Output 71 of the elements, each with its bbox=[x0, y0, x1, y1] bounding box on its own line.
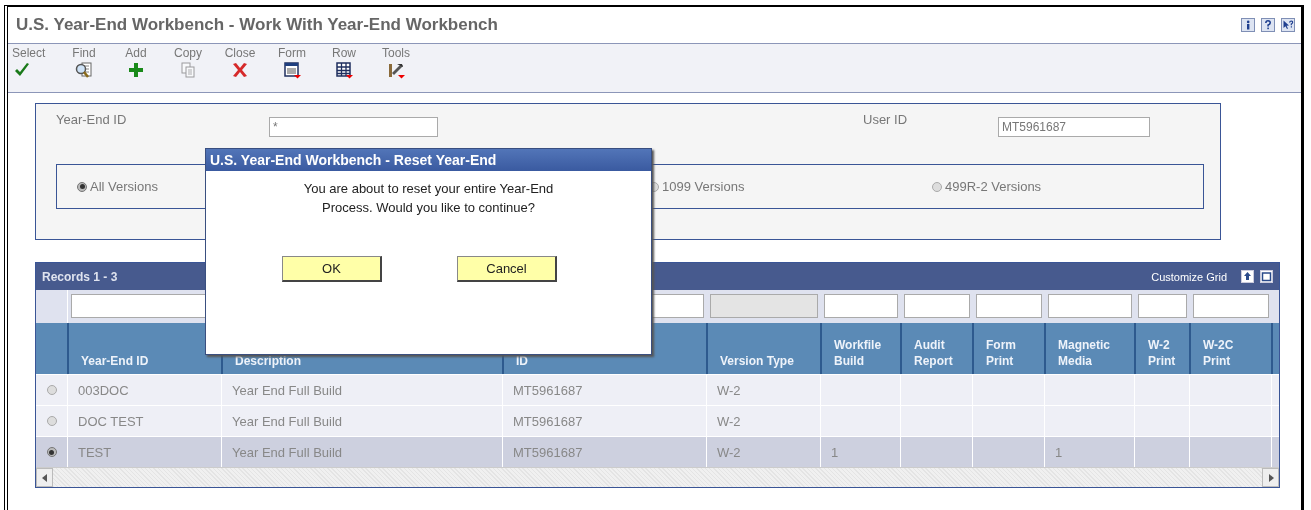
grid-title: Records 1 - 3 bbox=[42, 269, 118, 284]
filter-field[interactable] bbox=[824, 294, 898, 318]
help-icon[interactable] bbox=[1261, 18, 1275, 32]
filter-field[interactable] bbox=[904, 294, 970, 318]
scroll-right-icon[interactable] bbox=[1267, 473, 1274, 482]
toolbar-button[interactable]: Row bbox=[320, 44, 368, 92]
pointer-help-icon[interactable] bbox=[1281, 18, 1295, 32]
toolbar-button[interactable]: Add bbox=[112, 44, 160, 92]
table-cell: Year End Full Build bbox=[232, 444, 343, 460]
row-radio[interactable] bbox=[46, 447, 57, 457]
table-cell: Year End Full Build bbox=[232, 413, 343, 429]
toolbar-button[interactable]: Select bbox=[12, 44, 56, 92]
close-icon bbox=[230, 61, 250, 79]
ok-button[interactable]: OK bbox=[282, 256, 382, 282]
toolbar-button[interactable]: Close bbox=[216, 44, 264, 92]
filter-field[interactable] bbox=[1193, 294, 1269, 318]
column-header[interactable]: Year-End ID bbox=[81, 353, 149, 369]
column-header[interactable]: Description bbox=[235, 353, 301, 369]
year-end-id-field[interactable]: * bbox=[269, 117, 438, 137]
column-header[interactable]: W-2C Print bbox=[1203, 337, 1263, 369]
grid-row[interactable]: TEST Year End Full Build MT5961687 W-2 1 1 bbox=[36, 436, 1279, 467]
tools-icon bbox=[386, 61, 406, 79]
version-radio[interactable]: All Versions bbox=[77, 179, 158, 194]
table-cell: MT5961687 bbox=[513, 413, 583, 429]
table-cell: TEST bbox=[78, 444, 112, 460]
table-cell: W-2 bbox=[717, 444, 741, 460]
toolbar-button[interactable]: Tools bbox=[372, 44, 420, 92]
table-cell: W-2 bbox=[717, 413, 741, 429]
export-icon[interactable] bbox=[1241, 270, 1254, 283]
grid-row[interactable]: DOC TEST Year End Full Build MT5961687 W-2 bbox=[36, 405, 1279, 436]
table-cell: MT5961687 bbox=[513, 382, 583, 398]
grid-row[interactable]: 003DOC Year End Full Build MT5961687 W-2 bbox=[36, 374, 1279, 405]
toolbar-button[interactable]: Form bbox=[268, 44, 316, 92]
plus-icon bbox=[126, 61, 146, 79]
grid-icon bbox=[334, 61, 354, 79]
column-header[interactable]: W-2 Print bbox=[1148, 337, 1181, 369]
table-cell: Year End Full Build bbox=[232, 382, 343, 398]
maximize-icon[interactable] bbox=[1260, 270, 1273, 283]
filter-field[interactable] bbox=[976, 294, 1042, 318]
column-header[interactable]: Form Print bbox=[986, 337, 1036, 369]
table-cell: MT5961687 bbox=[513, 444, 583, 460]
window-title: U.S. Year-End Workbench - Work With Year-End Workbench bbox=[16, 15, 498, 35]
row-radio[interactable] bbox=[46, 385, 57, 395]
table-cell: 1 bbox=[831, 444, 839, 460]
scroll-left-icon[interactable] bbox=[41, 473, 48, 482]
copy-icon bbox=[178, 61, 198, 79]
find-icon bbox=[74, 61, 94, 79]
column-header[interactable]: Magnetic Media bbox=[1058, 337, 1126, 369]
column-header[interactable]: Audit Report bbox=[914, 337, 964, 369]
info-icon[interactable] bbox=[1241, 18, 1255, 32]
customize-grid-link[interactable]: Customize Grid bbox=[1151, 270, 1227, 283]
column-header[interactable]: ID bbox=[516, 353, 528, 369]
dialog-title: U.S. Year-End Workbench - Reset Year-End bbox=[206, 149, 651, 171]
field-label: User ID bbox=[863, 112, 909, 127]
horizontal-scrollbar[interactable] bbox=[36, 467, 1279, 487]
toolbar-button[interactable]: Find bbox=[60, 44, 108, 92]
version-radio[interactable]: 499R-2 Versions bbox=[932, 179, 1042, 194]
column-header[interactable]: Workfile Build bbox=[834, 337, 892, 369]
table-cell: 003DOC bbox=[78, 382, 129, 398]
form-icon bbox=[282, 61, 302, 79]
cancel-button[interactable]: Cancel bbox=[457, 256, 557, 282]
dialog-message: You are about to reset your entire Year-End Process. Would you like to continue? bbox=[302, 180, 555, 217]
table-cell: DOC TEST bbox=[78, 413, 144, 429]
row-radio[interactable] bbox=[46, 416, 57, 426]
field-label: Year-End ID bbox=[56, 112, 128, 127]
column-header[interactable]: Version Type bbox=[720, 353, 794, 369]
user-id-field[interactable]: MT5961687 bbox=[998, 117, 1150, 137]
filter-field[interactable] bbox=[1048, 294, 1132, 318]
table-cell: 1 bbox=[1055, 444, 1063, 460]
filter-field[interactable] bbox=[1138, 294, 1187, 318]
table-cell: W-2 bbox=[717, 382, 741, 398]
